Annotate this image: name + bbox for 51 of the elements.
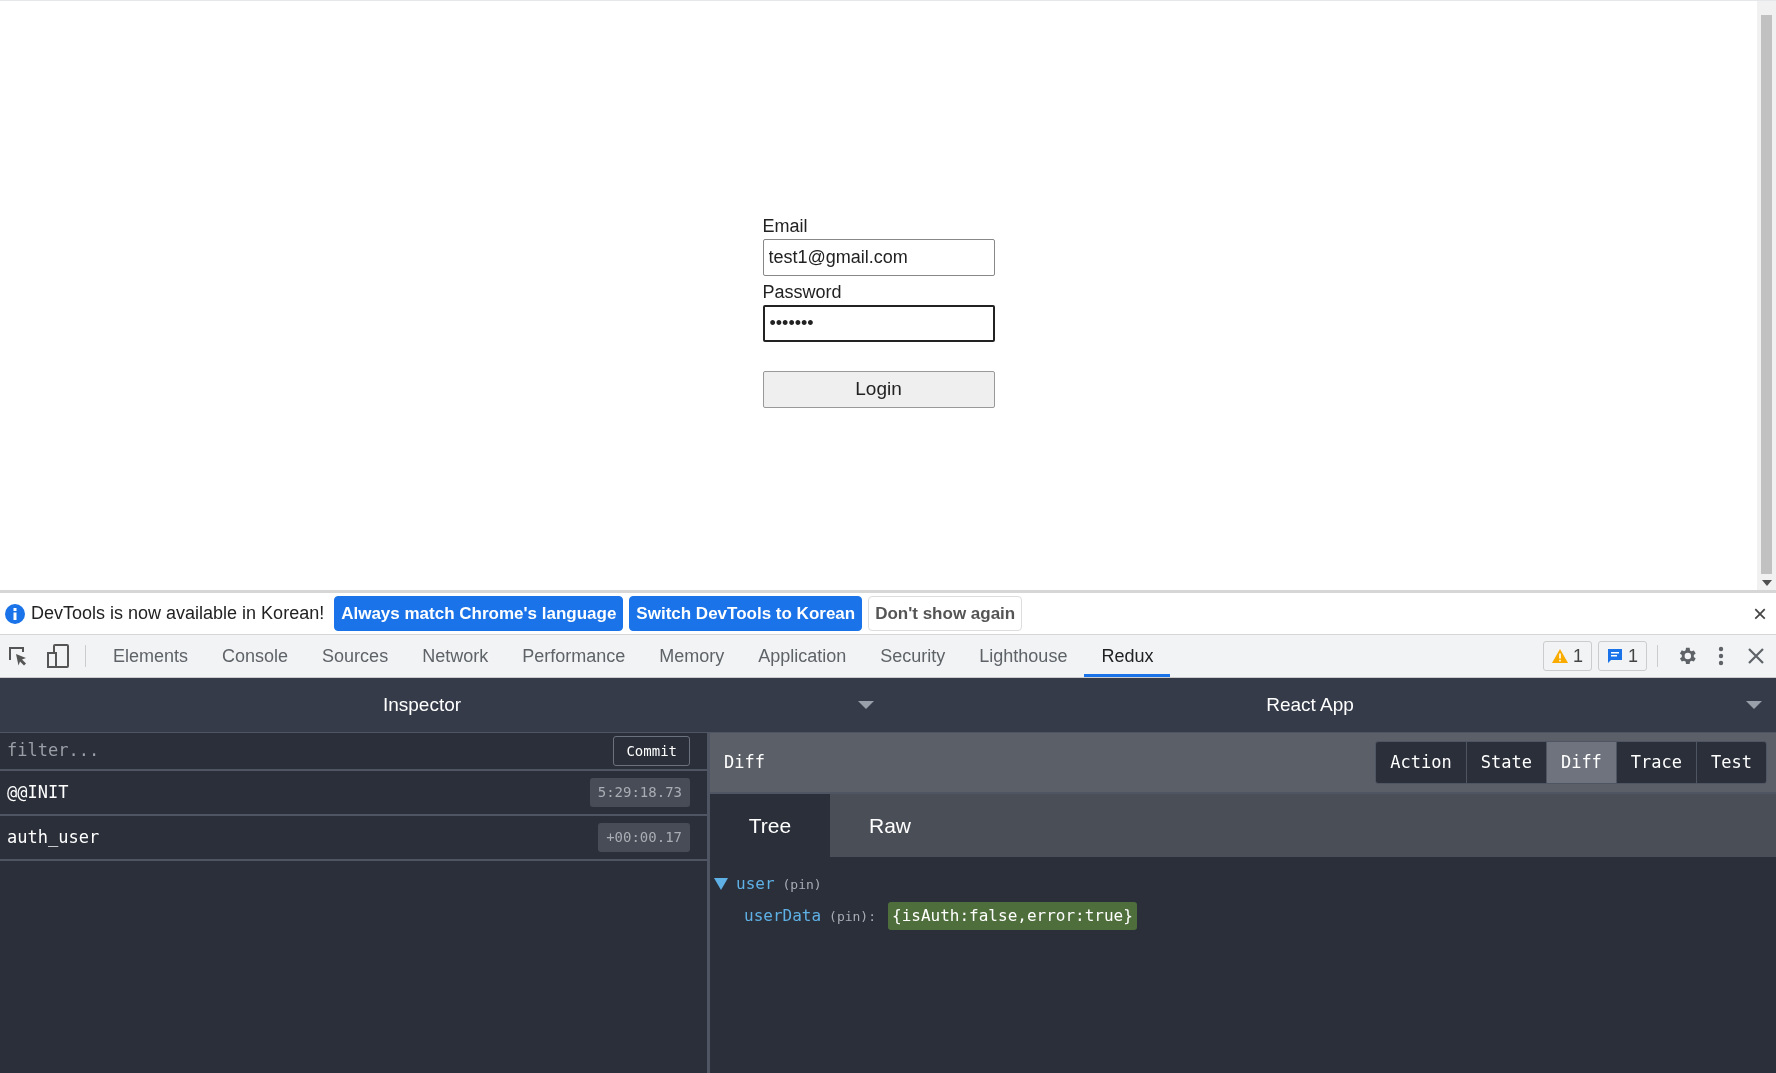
info-icon: [5, 603, 25, 624]
login-button[interactable]: Login: [762, 371, 995, 408]
inspector-dropdown[interactable]: Inspector: [0, 690, 844, 720]
expand-arrow-icon[interactable]: [714, 878, 728, 890]
format-tab[interactable]: Tree: [710, 794, 830, 857]
password-label: Password: [762, 281, 843, 304]
devtools-tab[interactable]: Memory: [642, 635, 742, 677]
view-tab[interactable]: Diff: [1545, 742, 1616, 783]
instance-dropdown[interactable]: React App: [888, 690, 1732, 720]
devtools-tab[interactable]: Sources: [305, 635, 406, 677]
view-tab[interactable]: State: [1465, 742, 1546, 783]
view-tab[interactable]: Trace: [1615, 742, 1697, 783]
email-label: Email: [762, 215, 809, 238]
close-button[interactable]: ×: [1753, 601, 1767, 626]
devtools-tab[interactable]: Lighthouse: [962, 635, 1085, 677]
filter-input[interactable]: filter...: [0, 738, 614, 764]
devtools-tab[interactable]: Performance: [505, 635, 643, 677]
scroll-down-icon[interactable]: [1761, 580, 1772, 586]
message-icon: [1607, 648, 1623, 664]
close-icon[interactable]: [1748, 648, 1764, 664]
view-tab[interactable]: Test: [1696, 742, 1766, 783]
commit-button[interactable]: Commit: [613, 736, 690, 766]
format-tab[interactable]: Raw: [830, 794, 950, 857]
password-input[interactable]: •••••••: [762, 305, 995, 342]
infobar-button[interactable]: Don't show again: [868, 596, 1023, 631]
devtools-tab[interactable]: Security: [863, 635, 963, 677]
infobar-button[interactable]: Switch DevTools to Korean: [629, 596, 863, 631]
infobar-button[interactable]: Always match Chrome's language: [334, 596, 624, 631]
email-input[interactable]: test1@gmail.com: [762, 239, 995, 276]
tree-key[interactable]: userData (pin):: [744, 904, 877, 928]
more-options-icon[interactable]: [1718, 646, 1724, 666]
devtools-tab[interactable]: Console: [205, 635, 306, 677]
action-time: 5:29:18.73: [589, 778, 690, 807]
scrollbar-thumb[interactable]: [1761, 15, 1772, 574]
dropdown-caret-icon[interactable]: [858, 701, 874, 709]
panel-title: Diff: [724, 750, 765, 774]
devtools-tab[interactable]: Network: [405, 635, 506, 677]
devtools-tab[interactable]: Application: [741, 635, 864, 677]
infobar-message: DevTools is now available in Korean!: [31, 602, 325, 625]
warning-icon: [1551, 649, 1568, 663]
view-tab[interactable]: Action: [1376, 742, 1466, 783]
dropdown-caret-icon[interactable]: [1746, 701, 1762, 709]
action-name[interactable]: auth_user: [7, 824, 100, 851]
action-time: +00:00.17: [598, 823, 690, 852]
added-value: {isAuth:false,error:true}: [888, 902, 1137, 930]
devtools-tab[interactable]: Elements: [96, 635, 206, 677]
action-name[interactable]: @@INIT: [7, 779, 69, 806]
warnings-button[interactable]: 1: [1542, 641, 1592, 671]
messages-button[interactable]: 1: [1598, 641, 1647, 671]
tree-key[interactable]: user (pin): [736, 872, 822, 896]
device-toolbar-icon[interactable]: [47, 644, 71, 668]
